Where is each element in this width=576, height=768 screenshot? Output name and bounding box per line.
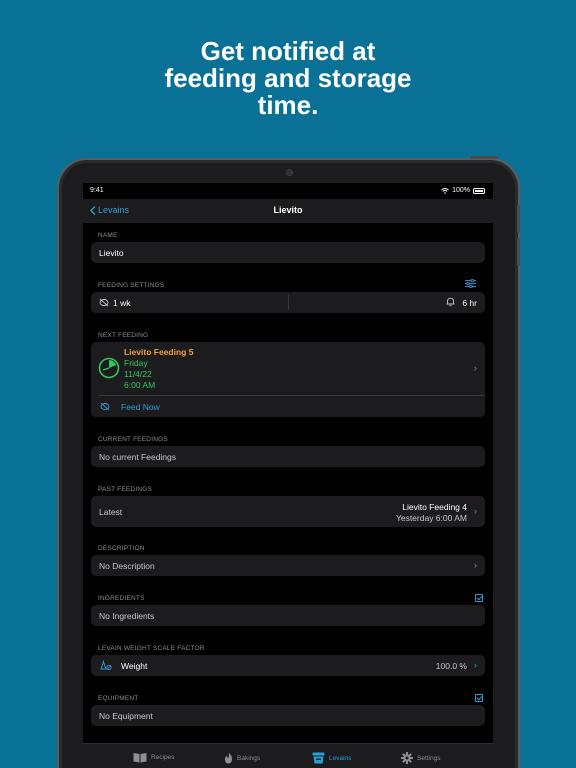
current-feedings-row: No current Feedings — [91, 446, 485, 467]
next-feeding-card: Lievito Feeding 5 Friday 11/4/22 6:00 AM… — [91, 342, 485, 417]
headline-line-1: Get notified at — [200, 36, 376, 66]
status-time: 9:41 — [90, 187, 104, 194]
reminder-value: 6 hr — [462, 298, 477, 308]
volume-button — [517, 205, 520, 233]
battery-icon — [473, 187, 485, 194]
ingredients-label: INGREDIENTS — [98, 595, 145, 602]
chevron-right-icon: › — [474, 363, 477, 373]
gear-icon — [401, 752, 413, 764]
sliders-icon[interactable] — [465, 279, 476, 288]
equipment-value: No Equipment — [99, 711, 153, 721]
latest-feeding-title: Lievito Feeding 4 — [402, 502, 467, 512]
scale-icon — [100, 660, 112, 671]
status-right: 100% — [441, 187, 485, 194]
name-field[interactable]: Lievito — [91, 242, 485, 263]
bell-icon — [446, 297, 455, 307]
description-row[interactable]: No Description › — [91, 555, 485, 576]
description-label: DESCRIPTION — [98, 545, 145, 552]
equipment-checkbox-icon[interactable] — [475, 694, 483, 702]
name-value: Lievito — [99, 248, 124, 258]
feed-bag-icon — [99, 298, 109, 307]
next-feeding-title: Lievito Feeding 5 — [124, 347, 194, 357]
tab-recipes[interactable]: Recipes — [133, 752, 174, 763]
current-feedings-value: No current Feedings — [99, 452, 177, 462]
past-feedings-label: PAST FEEDINGS — [98, 486, 153, 493]
scale-factor-row-label: Weight — [121, 661, 148, 671]
next-feeding-label: NEXT FEEDING — [98, 332, 149, 339]
past-feedings-row[interactable]: Latest Lievito Feeding 4 Yesterday 6:00 … — [91, 496, 485, 527]
ingredients-row: No Ingredients — [91, 605, 485, 626]
flame-icon — [225, 752, 233, 764]
volume-button — [517, 238, 520, 266]
next-feeding-time: 6:00 AM — [124, 380, 156, 390]
detail-content: NAME Lievito FEEDING SETTINGS 1 wk 6 hr … — [83, 223, 493, 743]
headline-line-2: feeding and storage — [164, 63, 412, 93]
page-title: Lievito — [273, 205, 303, 215]
tab-label: Recipes — [151, 754, 175, 761]
current-feedings-label: CURRENT FEEDINGS — [98, 436, 168, 443]
status-bar: 9:41 100% — [83, 183, 493, 199]
tab-bakings[interactable]: Bakings — [224, 752, 260, 764]
next-feeding-row[interactable]: Lievito Feeding 5 Friday 11/4/22 6:00 AM… — [91, 342, 485, 395]
headline: Get notified at feeding and storage time… — [0, 38, 576, 119]
tab-levains[interactable]: Levains — [312, 752, 351, 764]
tab-label: Levains — [329, 754, 352, 762]
feed-bag-icon — [100, 402, 110, 411]
wifi-icon — [441, 187, 449, 194]
description-value: No Description — [99, 561, 155, 571]
screen: 9:41 100% Levains Lievito NAME Lievito F… — [83, 183, 493, 768]
tab-label: Settings — [417, 754, 441, 762]
headline-line-3: time. — [257, 90, 319, 120]
next-feeding-day: Friday — [124, 358, 148, 368]
chevron-right-icon: › — [474, 660, 477, 670]
camera — [286, 169, 293, 176]
book-icon — [133, 753, 147, 763]
tab-settings[interactable]: Settings — [401, 752, 441, 764]
tab-label: Bakings — [237, 754, 261, 762]
timer-icon — [98, 357, 120, 379]
latest-feeding-time: Yesterday 6:00 AM — [395, 513, 467, 523]
scale-factor-label: LEVAIN WEIGHT SCALE FACTOR — [98, 645, 205, 652]
feeding-settings-card: 1 wk 6 hr — [91, 292, 485, 313]
reminder-cell[interactable]: 6 hr — [289, 292, 485, 313]
feed-now-button[interactable]: Feed Now — [91, 396, 485, 417]
scale-factor-value: 100.0 % — [435, 661, 467, 671]
feeding-settings-label: FEEDING SETTINGS — [98, 282, 165, 289]
scale-factor-row[interactable]: Weight 100.0 % › — [91, 655, 485, 676]
feeding-interval-cell[interactable]: 1 wk — [91, 292, 288, 313]
equipment-row: No Equipment — [91, 705, 485, 726]
battery-percent: 100% — [452, 187, 470, 194]
ingredients-checkbox-icon[interactable] — [475, 594, 483, 602]
past-feedings-row-label: Latest — [99, 507, 123, 517]
next-feeding-date: 11/4/22 — [124, 369, 152, 379]
chevron-right-icon: › — [474, 506, 477, 516]
feed-now-label: Feed Now — [121, 402, 160, 412]
navigation-bar: Levains Lievito — [83, 199, 493, 223]
name-section-label: NAME — [98, 232, 118, 239]
equipment-label: EQUIPMENT — [98, 695, 139, 702]
jar-icon — [312, 752, 325, 764]
ingredients-value: No Ingredients — [99, 611, 155, 621]
chevron-right-icon: › — [474, 560, 477, 570]
feeding-interval-value: 1 wk — [113, 298, 131, 308]
tab-bar: Recipes Bakings Levains Settings — [83, 743, 493, 768]
power-button — [470, 156, 498, 159]
